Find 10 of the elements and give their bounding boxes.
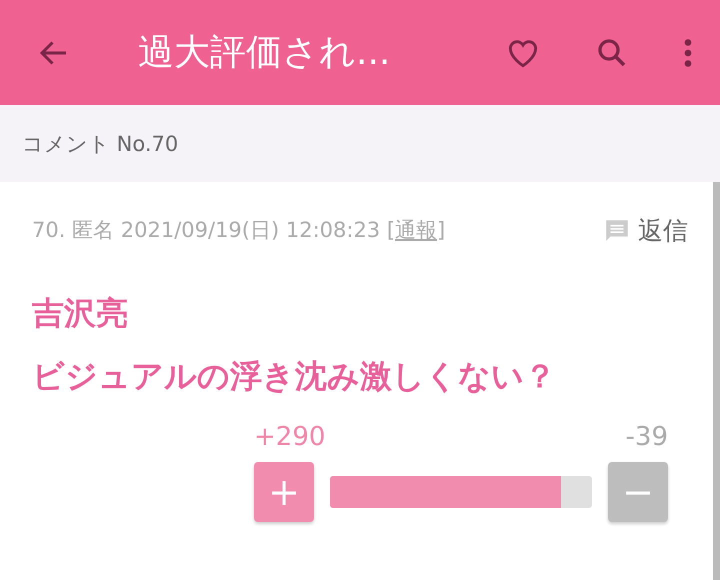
app-title: 過大評価され... [138, 31, 392, 75]
minus-count: -39 [626, 422, 668, 454]
section-title: コメント No.70 [22, 130, 178, 158]
plus-count: +290 [254, 422, 326, 454]
comment-text: 吉沢亮 ビジュアルの浮き沈み激しくない？ [32, 293, 557, 397]
comment-meta: 70. 匿名 2021/09/19(日) 12:08:23 [通報] [32, 217, 446, 244]
report-link[interactable]: 通報 [395, 218, 438, 242]
reply-button[interactable]: 返信 [604, 214, 688, 246]
plus-vote-button[interactable]: + [254, 462, 314, 522]
minus-vote-button[interactable]: − [608, 462, 668, 522]
